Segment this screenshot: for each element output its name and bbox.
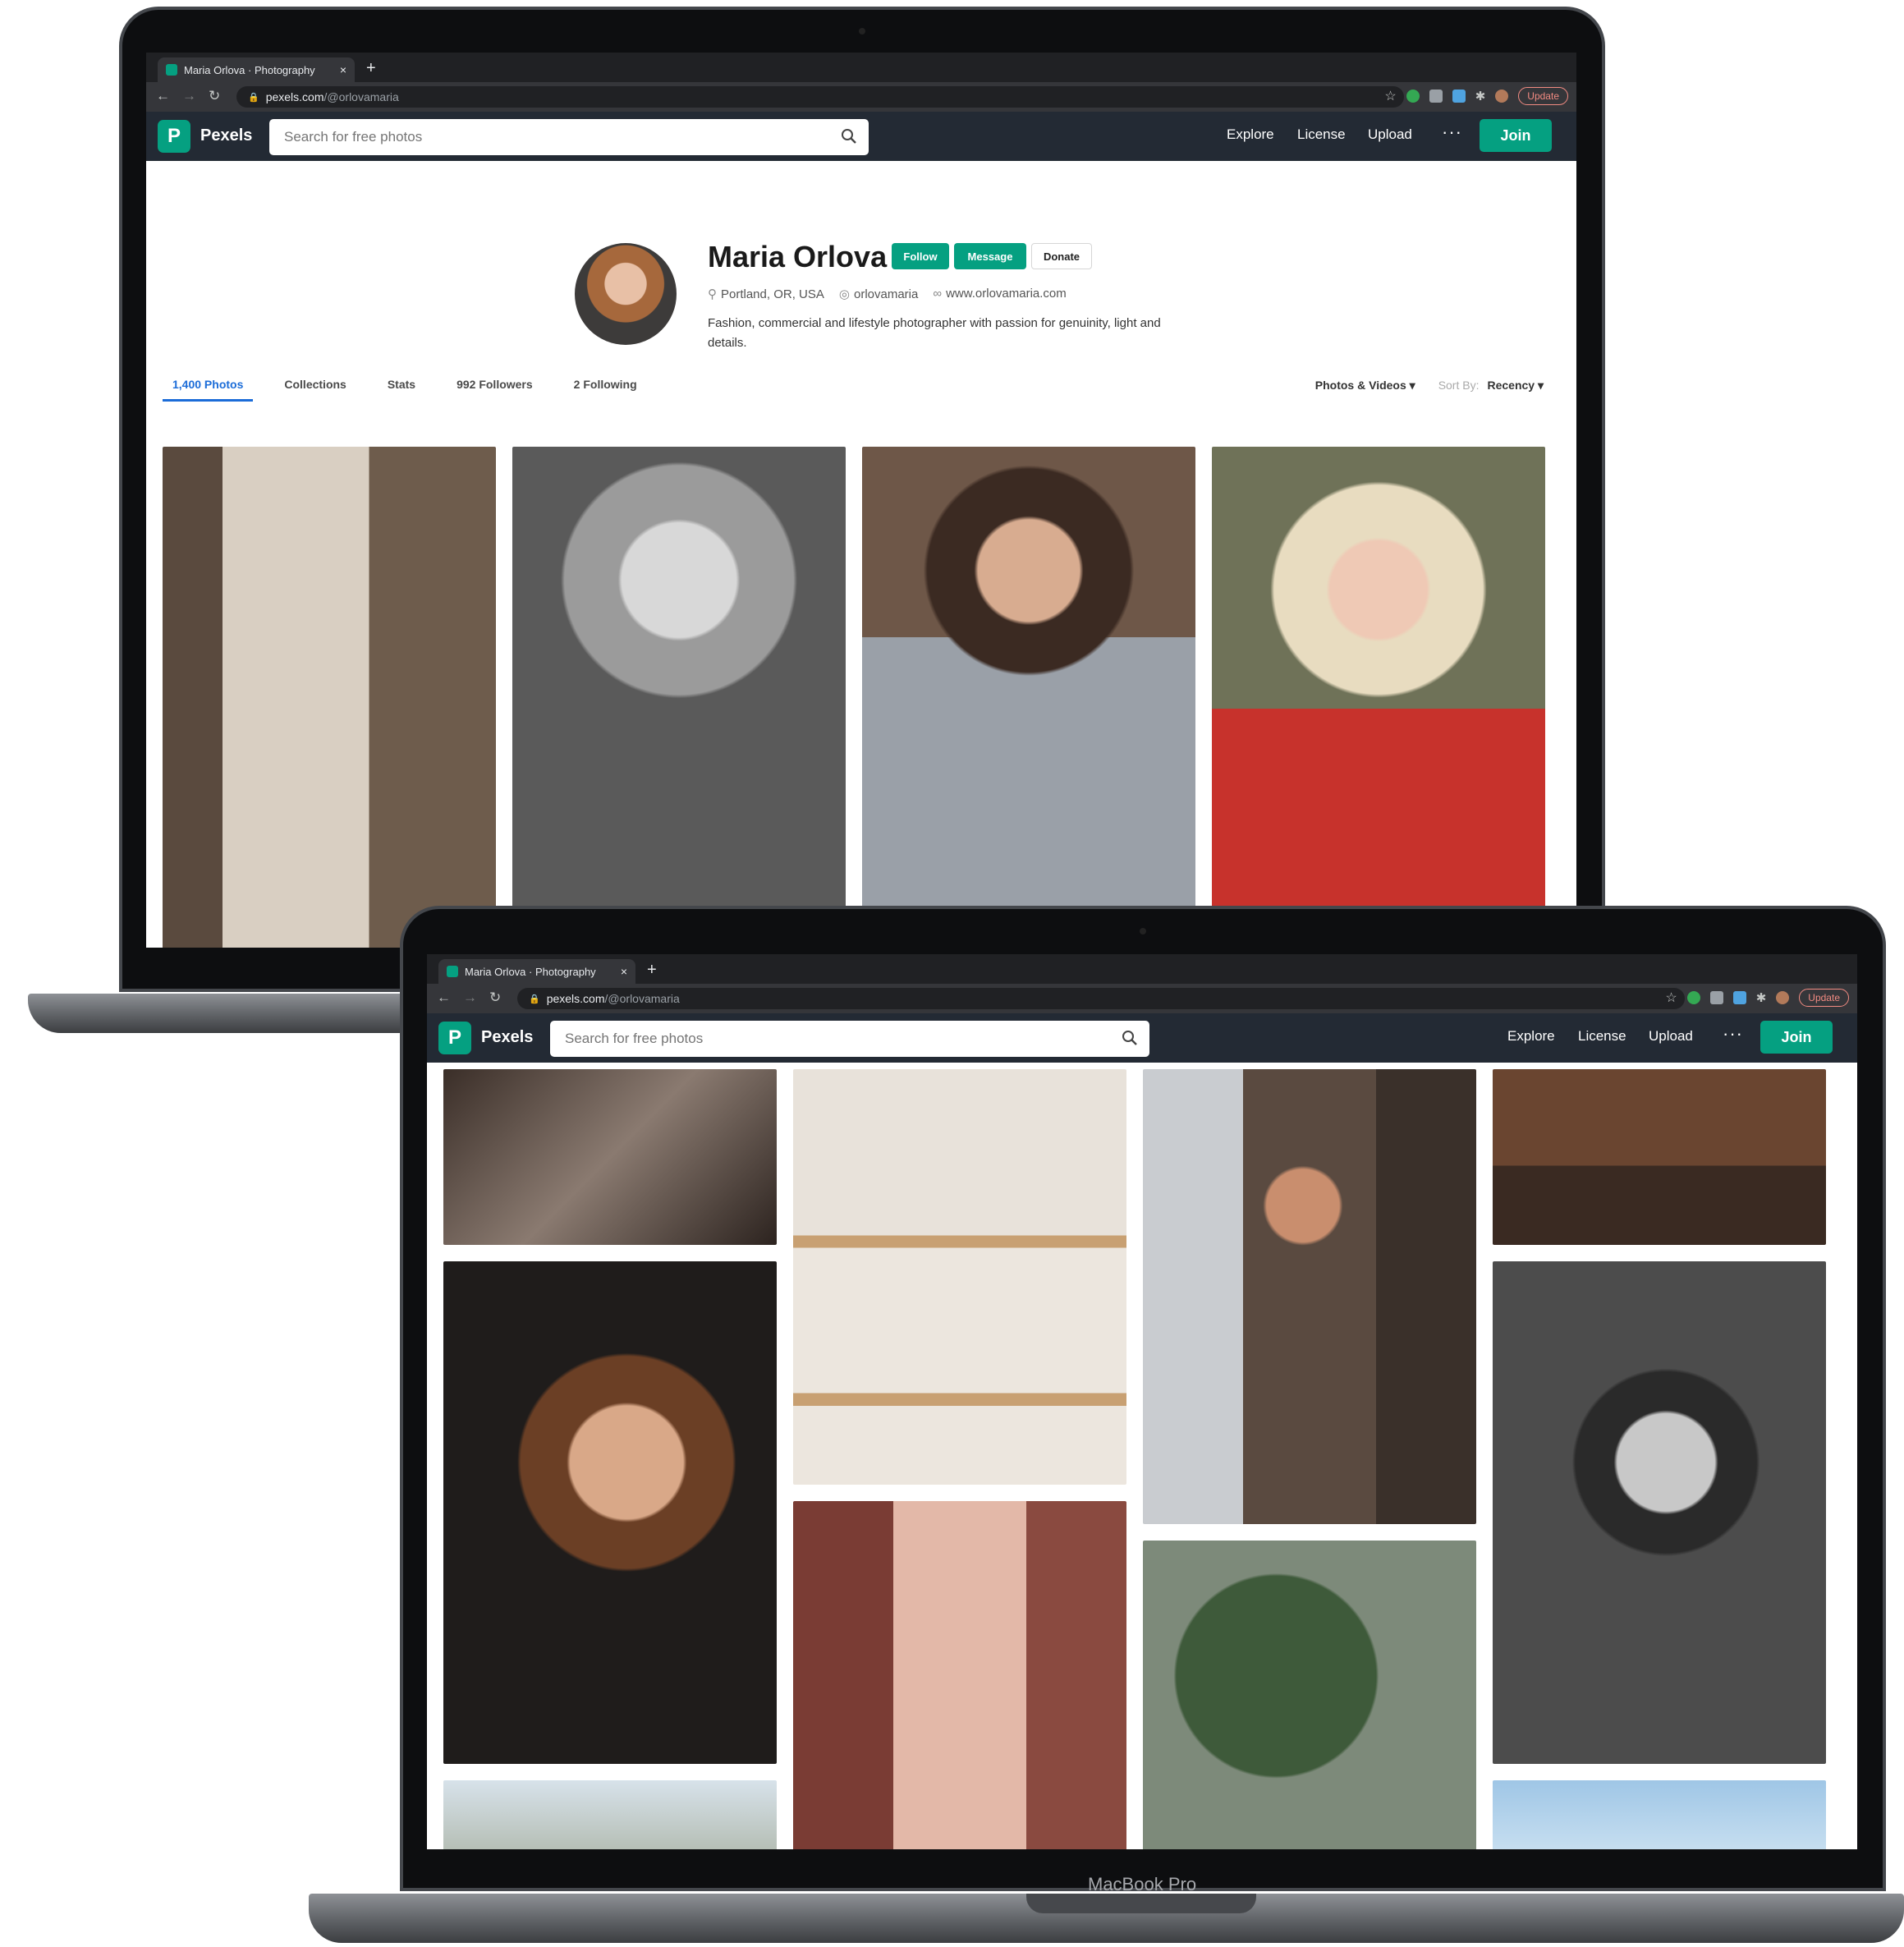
extension-gray-icon[interactable]: [1709, 991, 1723, 1004]
nav-license[interactable]: License: [1578, 1028, 1626, 1045]
join-button[interactable]: Join: [1760, 1021, 1833, 1054]
extension-blue-icon[interactable]: [1732, 991, 1746, 1004]
nav-upload[interactable]: Upload: [1649, 1028, 1693, 1045]
search-input[interactable]: [550, 1021, 1149, 1057]
brand-name[interactable]: Pexels: [481, 1028, 533, 1047]
tab-strip: Maria Orlova · Photography × +: [427, 954, 1857, 984]
laptop-front: MacBook Pro Maria Orlova · Photography ×…: [0, 0, 1904, 1947]
new-tab-icon[interactable]: +: [647, 961, 657, 980]
photo-sky[interactable]: [1493, 1780, 1826, 1849]
tab-title: Maria Orlova · Photography: [465, 965, 596, 978]
photo-dining-table[interactable]: [1493, 1069, 1826, 1245]
pexels-favicon-icon: [447, 966, 458, 977]
extension-green-icon[interactable]: [1686, 991, 1700, 1004]
search-box: [550, 1021, 1149, 1057]
photo-lantern-shelf[interactable]: [793, 1069, 1126, 1485]
address-bar: ← → ↻ 🔒 pexels.com/@orlovamaria ☆ ✱ Upda…: [427, 984, 1857, 1013]
lock-icon: 🔒: [529, 994, 540, 1004]
laptop-front-screen: Maria Orlova · Photography × + ← → ↻ 🔒 p…: [427, 954, 1857, 1849]
photo-building-arch[interactable]: [443, 1780, 777, 1849]
photo-red-buildings[interactable]: [793, 1501, 1126, 1849]
reload-icon[interactable]: ↻: [489, 990, 501, 1006]
url-text: pexels.com/@orlovamaria: [547, 992, 680, 1005]
url-path: /@orlovamaria: [604, 992, 680, 1005]
photo-woman-turtleneck[interactable]: [443, 1261, 777, 1764]
nav-explore[interactable]: Explore: [1507, 1028, 1555, 1045]
photo-abstract-light[interactable]: [443, 1069, 777, 1245]
forward-icon[interactable]: →: [463, 990, 477, 1006]
update-button[interactable]: Update: [1799, 989, 1849, 1007]
pexels-navbar: P Pexels Explore License Upload ··· Join: [427, 1013, 1857, 1063]
pexels-logo-icon[interactable]: P: [438, 1022, 471, 1054]
puzzle-icon[interactable]: ✱: [1756, 990, 1767, 1005]
more-icon[interactable]: ···: [1723, 1023, 1743, 1045]
tab-close-icon[interactable]: ×: [621, 965, 627, 978]
url-field[interactable]: 🔒 pexels.com/@orlovamaria: [517, 988, 1685, 1009]
photo-tree-building[interactable]: [1143, 1541, 1476, 1849]
photo-bw-man-beard[interactable]: [1493, 1261, 1826, 1764]
laptop-front-notch: [1026, 1894, 1256, 1913]
photo-shirtless-man[interactable]: [1143, 1069, 1476, 1524]
star-icon[interactable]: ☆: [1665, 990, 1677, 1006]
profile-avatar-icon[interactable]: [1776, 991, 1790, 1004]
browser-tab[interactable]: Maria Orlova · Photography ×: [438, 959, 635, 984]
device-label: MacBook Pro: [1088, 1874, 1197, 1894]
search-icon[interactable]: [1122, 1030, 1138, 1046]
back-icon[interactable]: ←: [437, 990, 451, 1006]
extensions-area: ☆ ✱ Update: [1665, 989, 1849, 1007]
laptop-front-camera: [1140, 928, 1146, 934]
url-host: pexels.com: [546, 992, 605, 1005]
